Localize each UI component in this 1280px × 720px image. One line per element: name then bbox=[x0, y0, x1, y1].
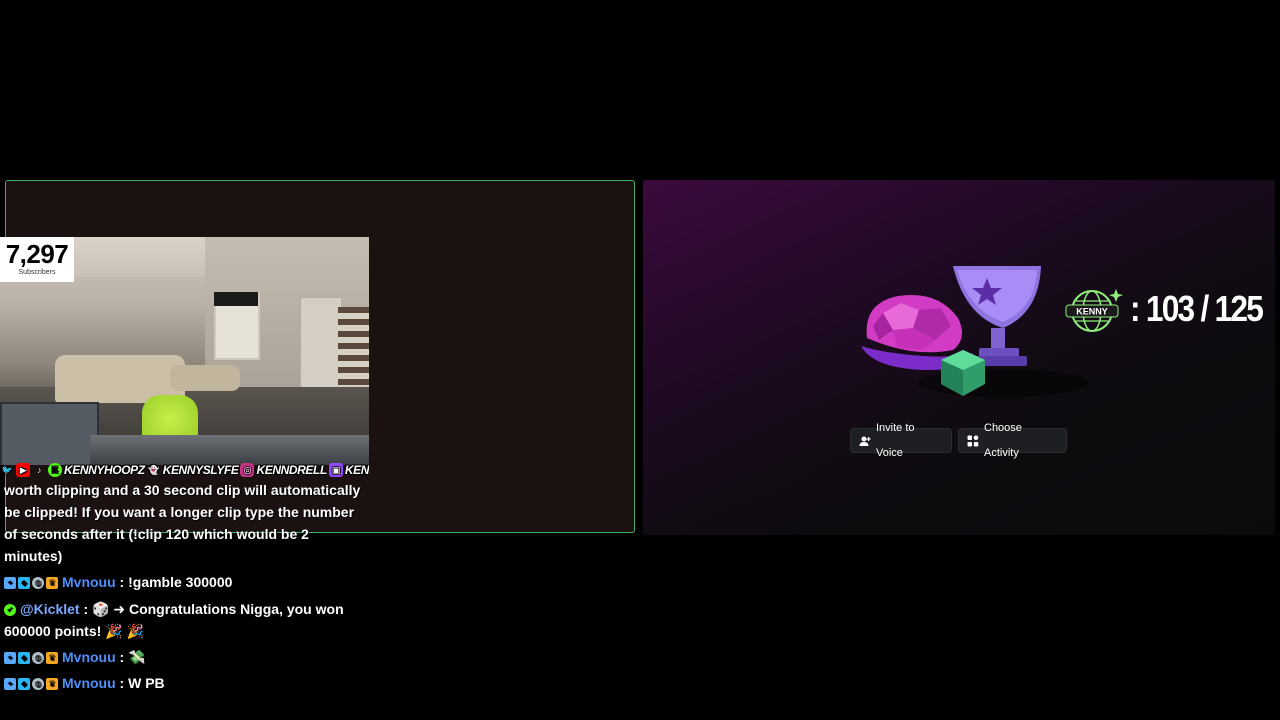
room-armchair bbox=[170, 365, 240, 391]
user-badges: ✔ bbox=[4, 604, 16, 617]
chat-emote: 💸 bbox=[128, 649, 146, 665]
twitch-icon: ▣ bbox=[328, 463, 343, 477]
twitch-handle: KENNY bbox=[344, 463, 369, 477]
trophy-icon bbox=[953, 266, 1041, 366]
subscriber-label: Subscribers bbox=[18, 269, 56, 276]
activity-grid-icon bbox=[967, 435, 979, 447]
chat-separator: : bbox=[115, 675, 129, 691]
crown-badge-icon: ♛ bbox=[46, 577, 58, 590]
chat-username[interactable]: Mvnouu bbox=[62, 649, 116, 665]
pin-badge-icon: ⌖ bbox=[4, 652, 16, 665]
snapchat-icon: 👻 bbox=[148, 464, 160, 475]
youtube-icon: ▶ bbox=[16, 463, 30, 477]
chat-overlay: worth clipping and a 30 second clip will… bbox=[4, 479, 374, 694]
window-shade bbox=[214, 292, 258, 306]
room-monitor bbox=[0, 402, 99, 465]
crown-badge-icon: ♛ bbox=[46, 652, 58, 665]
chat-message: ⌖ ◆ ◍ ♛ Mvnouu : !gamble 300000 bbox=[4, 571, 374, 593]
globe-badge-icon: ◍ bbox=[32, 678, 44, 691]
add-user-icon bbox=[859, 435, 871, 447]
invite-to-voice-label: Invite to Voice bbox=[876, 421, 915, 459]
subscriber-count: 7,297 bbox=[5, 239, 69, 269]
invite-to-voice-button[interactable]: Invite to Voice bbox=[850, 422, 952, 459]
chat-username[interactable]: @Kicklet bbox=[20, 601, 80, 617]
social-handles-bar: 🐦 ▶ ♪ K KENNYHOOPZ 👻 KENNYSLYFE ◎ KENNDR… bbox=[0, 461, 369, 479]
tiktok-icon: ♪ bbox=[36, 465, 42, 475]
verified-badge-icon: ✔ bbox=[4, 604, 16, 617]
chat-text: W PB bbox=[128, 675, 165, 691]
chat-message: ⌖ ◆ ◍ ♛ Mvnouu : 💸 bbox=[4, 646, 374, 668]
choose-activity-button[interactable]: Choose Activity bbox=[958, 422, 1067, 459]
stream-stage: 7,297 Subscribers 🐦 ▶ ♪ K KENNYHOOPZ 👻 K… bbox=[0, 0, 1280, 720]
activity-illustration bbox=[861, 266, 1088, 397]
twitter-icon: 🐦 bbox=[1, 464, 13, 475]
kenny-globe-icon: KENNY bbox=[1065, 289, 1123, 332]
clip-counter-text: : 103 / 125 bbox=[1130, 288, 1264, 329]
globe-badge-icon: ◍ bbox=[32, 652, 44, 665]
snapchat-handle: KENNYSLYFE bbox=[162, 463, 239, 477]
kick-icon: K bbox=[48, 463, 62, 477]
subscriber-counter: 7,297 Subscribers bbox=[0, 237, 74, 282]
chat-message: ⌖ ◆ ◍ ♛ Mvnouu : W PB bbox=[4, 672, 374, 694]
kick-handle: KENNYHOOPZ bbox=[64, 463, 145, 477]
kenny-badge-text: KENNY bbox=[1076, 307, 1108, 317]
chat-message-bot: worth clipping and a 30 second clip will… bbox=[4, 482, 361, 564]
crown-badge-icon: ♛ bbox=[46, 678, 58, 691]
chat-username[interactable]: Mvnouu bbox=[62, 675, 116, 691]
chat-separator: : bbox=[115, 649, 129, 665]
room-door bbox=[300, 297, 342, 399]
pin-badge-icon: ⌖ bbox=[4, 678, 16, 691]
globe-badge-icon: ◍ bbox=[32, 577, 44, 590]
user-badges: ⌖ ◆ ◍ ♛ bbox=[4, 577, 58, 590]
gem-badge-icon: ◆ bbox=[18, 652, 30, 665]
chat-separator: : bbox=[115, 574, 129, 590]
chat-message: ✔ @Kicklet : 🎲 ➜ Congratulations Nigga, … bbox=[4, 598, 344, 642]
instagram-handle: KENNDRELL bbox=[256, 463, 327, 477]
chat-text: !gamble 300000 bbox=[128, 574, 233, 590]
chat-username[interactable]: Mvnouu bbox=[62, 574, 116, 590]
gem-badge-icon: ◆ bbox=[18, 577, 30, 590]
clip-counter: KENNY : 103 / 125 bbox=[1062, 285, 1280, 333]
chat-separator: : bbox=[79, 601, 93, 617]
user-badges: ⌖ ◆ ◍ ♛ bbox=[4, 678, 58, 691]
pin-badge-icon: ⌖ bbox=[4, 577, 16, 590]
gem-badge-icon: ◆ bbox=[18, 678, 30, 691]
user-badges: ⌖ ◆ ◍ ♛ bbox=[4, 652, 58, 665]
instagram-icon: ◎ bbox=[240, 463, 255, 477]
choose-activity-label: Choose Activity bbox=[984, 421, 1022, 459]
